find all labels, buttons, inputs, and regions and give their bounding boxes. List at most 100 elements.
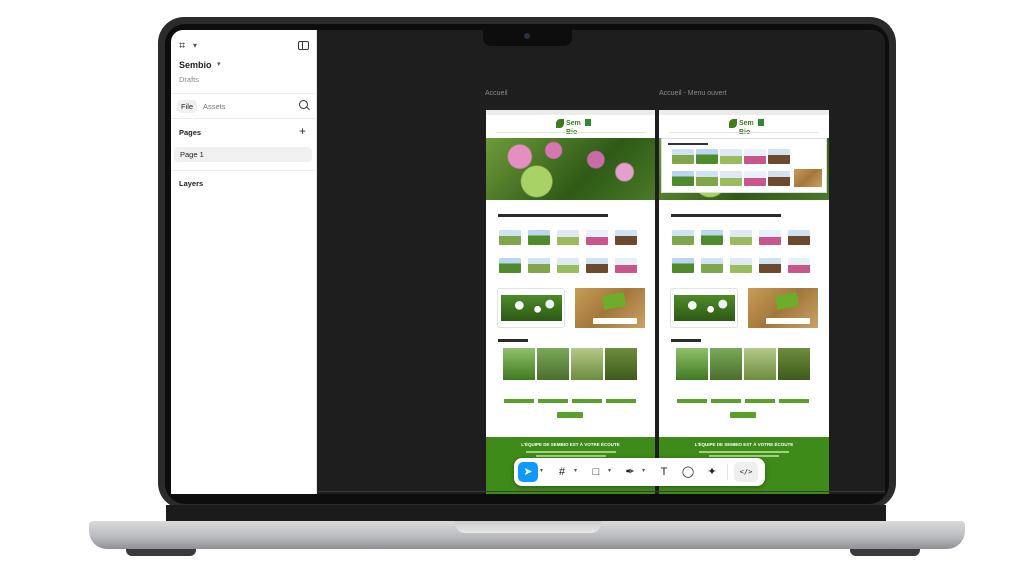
divider: [171, 93, 317, 94]
toolbar-divider: [727, 464, 728, 480]
product-image: [605, 348, 637, 380]
frame-label-menu-ouvert[interactable]: Accueil - Menu ouvert: [659, 90, 727, 97]
contact-text: [536, 455, 606, 457]
section-title: [671, 339, 701, 342]
feature-card: [497, 288, 565, 328]
product-button: [572, 399, 602, 403]
mega-menu: [661, 138, 827, 193]
figma-logo-icon[interactable]: ⌗: [179, 40, 191, 52]
pages-heading: Pages: [179, 128, 202, 137]
product-tile: [557, 230, 579, 245]
frame-menu-ouvert[interactable]: Sem Bio L'ÉQUIPE DE SEMBIO EST À VOTRE É…: [659, 110, 829, 494]
product-image: [710, 348, 742, 380]
product-image: [676, 348, 708, 380]
product-tile: [701, 258, 723, 273]
frame-accueil[interactable]: Sem Bio L'ÉQUIPE DE SEMBIO EST À VOTRE É…: [486, 110, 655, 494]
product-tile: [615, 230, 637, 245]
more-products-button: [730, 412, 756, 418]
menu-tile: [744, 149, 766, 164]
sembio-logo: Sem Bio: [556, 119, 591, 136]
divider: [171, 170, 317, 171]
clover-image: [674, 295, 735, 321]
product-button: [504, 399, 534, 403]
product-tile: [499, 258, 521, 273]
canvas-scrollbar[interactable]: [317, 491, 885, 492]
tab-file[interactable]: File: [177, 100, 198, 113]
site-nav: [496, 132, 646, 135]
menu-tile: [720, 171, 742, 186]
camera-icon: [524, 33, 530, 39]
menu-tile: [672, 171, 694, 186]
product-tile: [672, 258, 694, 273]
laptop-opening-notch: [455, 521, 601, 533]
announcement-bar: [486, 110, 655, 115]
product-button: [745, 399, 775, 403]
search-icon[interactable]: [299, 100, 308, 109]
move-tool-icon[interactable]: ➤: [518, 462, 538, 482]
feature-card: [670, 288, 738, 328]
product-image: [571, 348, 603, 380]
product-tile: [557, 258, 579, 273]
project-location[interactable]: Drafts: [179, 75, 199, 84]
panel-toggle-icon[interactable]: [298, 41, 309, 50]
ab-badge-icon: [585, 119, 591, 126]
menu-tile: [696, 171, 718, 186]
page-item[interactable]: Page 1: [174, 147, 312, 162]
chevron-down-icon[interactable]: ▾: [608, 467, 611, 474]
hero-image: [486, 138, 655, 200]
comment-tool-icon[interactable]: ◯: [678, 462, 698, 482]
section-title: [671, 214, 781, 217]
add-page-icon[interactable]: +: [299, 124, 306, 138]
layers-heading: Layers: [179, 179, 204, 188]
dev-mode-button[interactable]: </>: [734, 462, 758, 482]
tab-assets[interactable]: Assets: [203, 102, 226, 111]
product-button: [538, 399, 568, 403]
chevron-down-icon[interactable]: ▾: [642, 467, 645, 474]
pen-tool-icon[interactable]: ✒: [620, 462, 640, 482]
product-tile: [615, 258, 637, 273]
project-chevron-icon[interactable]: ▾: [217, 60, 221, 68]
product-tile: [730, 230, 752, 245]
chevron-down-icon[interactable]: ▾: [574, 467, 577, 474]
site-header: Sem Bio: [486, 116, 655, 136]
product-tile: [701, 230, 723, 245]
menu-tile: [672, 149, 694, 164]
page-item-label: Page 1: [180, 150, 204, 159]
contact-title: L'ÉQUIPE DE SEMBIO EST À VOTRE ÉCOUTE: [694, 442, 794, 447]
product-image: [537, 348, 569, 380]
site-header: Sem Bio: [659, 116, 829, 136]
chevron-down-icon[interactable]: ▾: [540, 467, 543, 474]
text-tool-icon[interactable]: T: [654, 462, 674, 482]
divider: [171, 118, 317, 119]
ab-badge-icon: [758, 119, 764, 126]
promo-banner: [748, 288, 818, 328]
left-sidebar: ⌗ ▾ Sembio ▾ Drafts File Assets Pages + …: [171, 30, 317, 494]
rectangle-tool-icon[interactable]: □: [586, 462, 606, 482]
product-tile: [499, 230, 521, 245]
menu-tile: [720, 149, 742, 164]
product-tile: [759, 258, 781, 273]
product-tile: [586, 258, 608, 273]
product-image: [503, 348, 535, 380]
section-title: [498, 214, 608, 217]
sembio-logo: Sem Bio: [729, 119, 764, 136]
frame-label-accueil[interactable]: Accueil: [485, 90, 508, 97]
leaf-icon: [556, 119, 564, 128]
product-button: [606, 399, 636, 403]
menu-title: [668, 143, 708, 145]
site-nav: [669, 132, 819, 135]
product-tile: [730, 258, 752, 273]
project-name[interactable]: Sembio: [179, 60, 212, 70]
product-tile: [672, 230, 694, 245]
frame-tool-icon[interactable]: #: [552, 462, 572, 482]
product-tile: [586, 230, 608, 245]
actions-tool-icon[interactable]: ✦: [702, 462, 722, 482]
promo-banner: [575, 288, 645, 328]
announcement-bar: [659, 110, 829, 115]
product-tile: [528, 230, 550, 245]
product-tile: [759, 230, 781, 245]
chevron-down-icon[interactable]: ▾: [193, 40, 197, 52]
promo-badge: [601, 292, 627, 310]
product-button: [779, 399, 809, 403]
laptop-foot: [850, 549, 920, 556]
